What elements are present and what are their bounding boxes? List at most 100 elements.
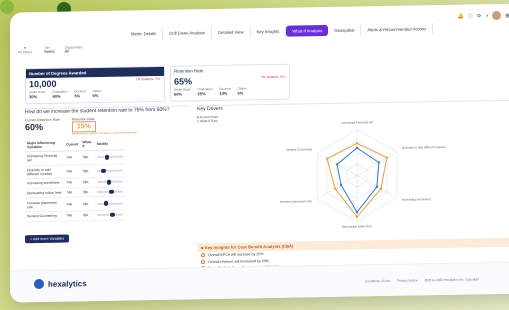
whatif-value: 78K bbox=[80, 150, 95, 165]
add-variables-button[interactable]: + Add more Variables bbox=[25, 234, 70, 243]
tab-what-if-analysis[interactable]: What-If Analysis bbox=[286, 24, 329, 37]
modify-slider[interactable] bbox=[96, 201, 123, 206]
table-row: Student Counseling 74K 78K bbox=[25, 209, 125, 222]
filter-tier[interactable]: Tier Select bbox=[44, 46, 55, 60]
kpi-sub-item: Graduation 25% bbox=[197, 87, 213, 97]
slider-handle[interactable] bbox=[104, 154, 110, 160]
radar-series-current bbox=[336, 147, 380, 214]
radar-axis-label: Increase placement rate bbox=[280, 199, 313, 204]
footer-links: Conditions of Use Privacy Notice @2014-2… bbox=[365, 277, 479, 283]
current-value: 74K bbox=[64, 197, 81, 212]
radar-axis-label: Student Counseling bbox=[286, 147, 313, 151]
current-value: 74K bbox=[64, 164, 81, 179]
kpi-sub-item: Doctoral 10% bbox=[219, 86, 231, 96]
filter-department[interactable]: Department All bbox=[65, 45, 83, 59]
kpi-change: YR Variance -5% bbox=[260, 74, 285, 80]
main-navigation: Metric Details Drill Down Analysis Detai… bbox=[10, 17, 509, 44]
current-value: 74K bbox=[64, 210, 81, 221]
modify-cell bbox=[94, 186, 125, 197]
current-retention-value: 60% bbox=[25, 121, 44, 133]
radar-point-whatif bbox=[325, 157, 329, 160]
slider-handle[interactable] bbox=[103, 201, 109, 206]
slider-handle[interactable] bbox=[106, 179, 112, 185]
kpi-breakdown: Under Grad. 60% Graduation 25% Doctoral 10%… bbox=[171, 86, 289, 97]
modify-cell bbox=[94, 150, 125, 165]
key-drivers-panel: Key Drivers ■ Current Rate ■ What-If Rat… bbox=[197, 99, 509, 241]
radar-point-current bbox=[335, 163, 339, 166]
app-window: Metric Details Drill Down Analysis Detai… bbox=[10, 3, 509, 303]
logo-icon bbox=[34, 278, 44, 290]
modify-slider[interactable] bbox=[96, 168, 123, 174]
retention-inputs: Current Retention Rate 60% Retention Rat… bbox=[25, 117, 137, 136]
kpi-breakdown: Under Grad. 30% Graduation 60% Doctoral 5% … bbox=[26, 88, 164, 99]
tab-detailed-view[interactable]: Detailed View bbox=[211, 25, 251, 38]
modify-slider[interactable] bbox=[96, 154, 123, 160]
current-value: 74K bbox=[64, 187, 81, 198]
slider-handle[interactable] bbox=[101, 168, 106, 174]
whatif-value: 78K bbox=[80, 164, 95, 178]
radar-chart: Increasing Financial aid Diversity or add… bbox=[280, 120, 447, 229]
modify-cell bbox=[94, 209, 125, 221]
avatar[interactable] bbox=[492, 10, 502, 21]
radar-point-current bbox=[375, 185, 379, 188]
slider-handle[interactable] bbox=[109, 189, 114, 195]
kpi-sub-item: Doctoral 5% bbox=[74, 89, 86, 99]
kpi-sub-item: Others 5% bbox=[237, 86, 247, 96]
kpi-sub-item: Under Grad. 60% bbox=[174, 87, 191, 97]
kpi-card-retention: Retention Rate 65% YR Variance -5% Under… bbox=[170, 63, 290, 102]
modify-cell bbox=[94, 196, 125, 211]
current-value: 74K bbox=[64, 150, 81, 165]
help-icon[interactable]: ⓘ bbox=[468, 12, 473, 19]
tab-alerts-recommended-actions[interactable]: Alerts & Recommended Actions bbox=[361, 22, 434, 35]
check-icon bbox=[201, 253, 205, 258]
radar-axis-label: Increasing enrollment bbox=[402, 197, 431, 202]
input-hint: please enter a number and adjust to see … bbox=[71, 131, 137, 136]
grid-icon[interactable]: ▦ bbox=[505, 12, 509, 18]
footer-link-conditions[interactable]: Conditions of Use bbox=[365, 279, 390, 283]
target-retention-input[interactable]: 15% bbox=[71, 121, 96, 133]
what-if-question: How do we increase the student retention… bbox=[25, 106, 170, 116]
kpi-change: YR Variance -7% bbox=[135, 76, 160, 82]
notification-icon[interactable]: 🔔 bbox=[458, 13, 464, 19]
hexalytics-logo: hexalytics bbox=[34, 278, 87, 290]
tab-metric-details[interactable]: Metric Details bbox=[125, 27, 164, 40]
whatif-value: 78K bbox=[80, 210, 95, 221]
footer-link-privacy[interactable]: Privacy Notice bbox=[397, 278, 417, 282]
kpi-sub-item: Others 5% bbox=[92, 88, 102, 99]
modify-slider[interactable] bbox=[96, 189, 123, 195]
variables-table: Major Influencing Variables Current What… bbox=[25, 137, 125, 222]
footer-copyright: @2014-2023 Hexalytics Inc. Copyright bbox=[424, 277, 479, 283]
modify-slider[interactable] bbox=[96, 179, 123, 185]
tab-drill-down-analysis[interactable]: Drill Down Analysis bbox=[163, 26, 212, 39]
whatif-value: 78K bbox=[80, 196, 95, 211]
current-value: 74K bbox=[64, 177, 81, 188]
variable-name: Diversity or add different courses bbox=[25, 164, 65, 179]
modify-slider[interactable] bbox=[96, 212, 123, 218]
kpi-card-degrees: Number of Degrees Awarded 10,000 YR Vari… bbox=[25, 65, 165, 105]
variable-name: Increasing Financial aid bbox=[25, 151, 65, 166]
footer: hexalytics Conditions of Use Privacy Not… bbox=[10, 261, 509, 303]
radar-axis-label: Diversity or add different courses bbox=[402, 145, 446, 150]
modify-cell bbox=[94, 177, 125, 188]
check-icon bbox=[201, 259, 205, 264]
filter-bar: ▼ All Filters Tier Select Department All bbox=[16, 45, 82, 60]
tab-geospatial[interactable]: Geospatial bbox=[328, 23, 362, 36]
theme-icon[interactable]: ◑ bbox=[485, 13, 488, 19]
whatif-value: 78K bbox=[80, 187, 95, 198]
radar-point-whatif bbox=[379, 187, 383, 191]
slider-handle[interactable] bbox=[110, 212, 115, 218]
radar-axis-label: Decreasing tuition fees bbox=[342, 224, 373, 229]
radar-axis-label: Increasing Financial aid bbox=[341, 120, 373, 125]
all-filters-button[interactable]: ▼ All Filters bbox=[16, 46, 34, 60]
tab-key-insights[interactable]: Key Insights bbox=[250, 25, 287, 37]
what-if-panel: How do we increase the student retention… bbox=[25, 105, 190, 245]
variable-name: Increase placement rate bbox=[25, 197, 65, 212]
whatif-value: 78K bbox=[80, 177, 95, 188]
kpi-sub-item: Graduation 60% bbox=[52, 89, 68, 99]
modify-cell bbox=[94, 163, 125, 178]
header-icons: 🔔 ⓘ ⚙ ◑ ▦ bbox=[458, 10, 509, 21]
settings-icon[interactable]: ⚙ bbox=[477, 13, 481, 19]
decorative-dot bbox=[0, 0, 14, 14]
variable-name: Student Counseling bbox=[25, 211, 65, 222]
kpi-sub-item: Under Grad. 30% bbox=[29, 89, 46, 100]
